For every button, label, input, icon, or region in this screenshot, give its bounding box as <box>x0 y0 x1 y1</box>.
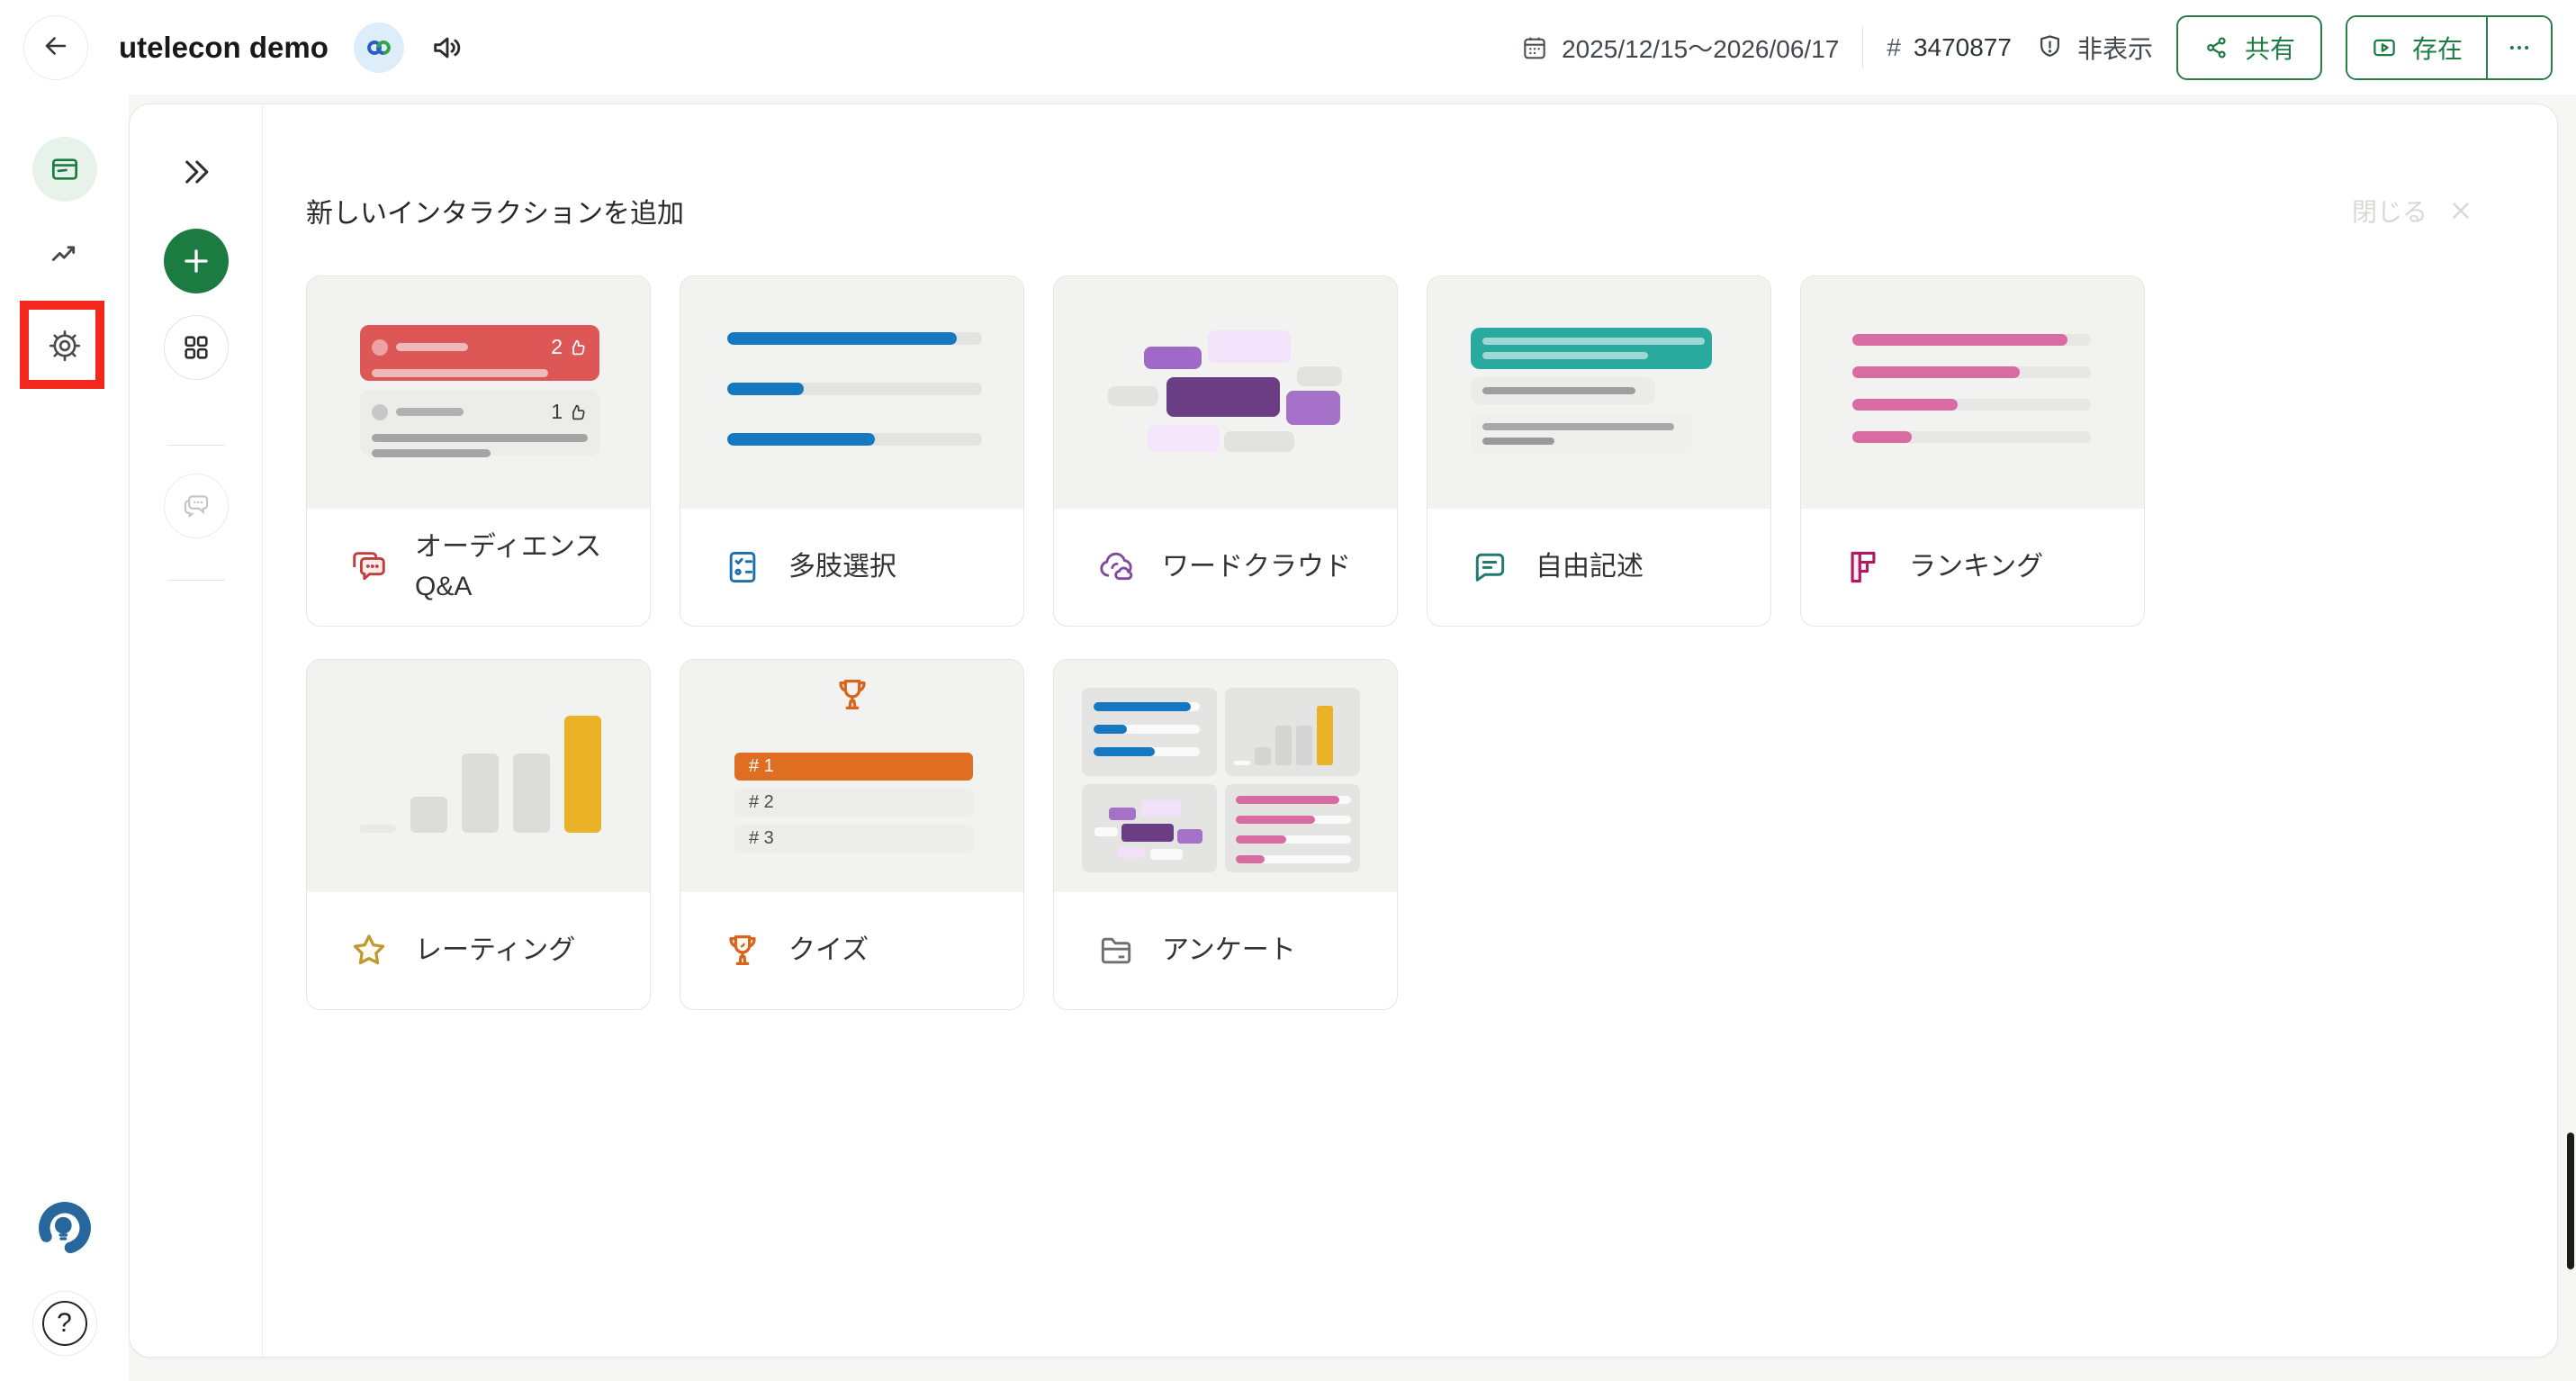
qa-second-votes: 1 <box>551 400 563 424</box>
leaderboard-row-3: # 3 <box>734 825 973 853</box>
more-options-button[interactable] <box>2486 17 2551 78</box>
column-divider <box>167 445 225 446</box>
chat-bubbles-icon <box>181 491 212 521</box>
webex-logo-icon[interactable] <box>354 23 404 73</box>
close-control[interactable]: 閉じる <box>2352 193 2474 229</box>
thumbs-up-icon <box>568 402 588 422</box>
calendar-icon <box>1520 33 1549 62</box>
tile-label: アンケート <box>1162 931 1296 970</box>
trend-arrow-icon <box>48 238 82 272</box>
opentext-thumbnail <box>1428 276 1770 509</box>
back-button[interactable] <box>23 15 88 80</box>
checklist-icon <box>722 546 763 588</box>
trophy-icon <box>722 930 763 971</box>
event-code-number: 3470877 <box>1914 33 2012 62</box>
shield-exclamation-icon <box>2035 32 2065 62</box>
ranking-thumbnail <box>1801 276 2144 509</box>
thumbs-up-icon <box>568 338 588 357</box>
tile-survey[interactable]: アンケート <box>1053 659 1398 1010</box>
present-split-button: 存在 <box>2346 15 2553 80</box>
main-card: 新しいインタラクションを追加 閉じる 2 <box>129 104 2558 1358</box>
present-button[interactable]: 存在 <box>2347 17 2486 78</box>
add-interaction-button[interactable] <box>164 229 229 293</box>
close-label: 閉じる <box>2352 193 2427 229</box>
survey-thumbnail <box>1054 660 1397 892</box>
tile-label: レーティング <box>415 931 575 970</box>
share-label: 共有 <box>2245 30 2295 66</box>
folder-icon <box>1095 930 1137 971</box>
star-icon <box>348 930 390 971</box>
poll-thumbnail <box>680 276 1023 509</box>
tile-label: 自由記述 <box>1536 547 1644 587</box>
arrow-left-icon <box>41 31 71 64</box>
rating-thumbnail <box>307 660 650 892</box>
templates-button[interactable] <box>164 315 229 380</box>
tile-label: ランキング <box>1909 547 2043 587</box>
tool-column <box>130 104 262 1357</box>
tile-ranking[interactable]: ランキング <box>1800 275 2145 627</box>
column-divider <box>167 580 225 581</box>
ranking-steps-icon <box>1842 546 1884 588</box>
privacy-status[interactable]: 非表示 <box>2035 30 2153 66</box>
header-divider <box>1862 27 1863 68</box>
panel-title: 新しいインタラクションを追加 <box>306 191 684 230</box>
trophy-icon <box>832 674 873 716</box>
event-title: utelecon demo <box>119 31 329 65</box>
cloud-icon <box>1095 546 1137 588</box>
share-button[interactable]: 共有 <box>2176 15 2322 80</box>
announcement-speaker-icon[interactable] <box>429 30 465 66</box>
collapse-panel-button[interactable] <box>178 154 214 190</box>
double-chevron-right-icon <box>179 155 213 189</box>
header-right: 2025/12/15〜2026/06/17 # 3470877 非表示 <box>1520 15 2553 80</box>
scrollbar-thumb[interactable] <box>2567 1133 2574 1269</box>
quiz-thumbnail: # 1 # 2 # 3 <box>680 660 1023 892</box>
tile-label: ワードクラウド <box>1162 547 1351 587</box>
header-left: utelecon demo <box>23 15 465 80</box>
qa-top-votes: 2 <box>551 335 563 359</box>
qa-thumbnail: 2 1 <box>307 276 650 509</box>
poll-card-icon <box>48 152 82 186</box>
qa-bubbles-icon <box>348 546 390 588</box>
tile-label: オーディエンス Q&A <box>415 528 634 607</box>
tile-multiple-choice[interactable]: 多肢選択 <box>680 275 1024 627</box>
tile-rating[interactable]: レーティング <box>306 659 651 1010</box>
top-bar: utelecon demo 20 <box>0 0 2576 95</box>
help-button[interactable]: ? <box>32 1291 97 1356</box>
leaderboard-row-2: # 2 <box>734 789 973 817</box>
privacy-label: 非表示 <box>2077 30 2153 66</box>
present-label: 存在 <box>2412 30 2463 66</box>
panel-header: 新しいインタラクションを追加 閉じる <box>306 191 2514 230</box>
rail-item-interactions[interactable] <box>32 137 97 202</box>
date-range-text: 2025/12/15〜2026/06/17 <box>1562 30 1839 66</box>
tile-quiz[interactable]: # 1 # 2 # 3 クイズ <box>680 659 1024 1010</box>
chat-button-disabled[interactable] <box>164 474 229 538</box>
close-icon <box>2447 197 2474 224</box>
rail-item-analytics[interactable] <box>32 222 97 287</box>
interaction-type-grid: 2 1 <box>306 275 2514 1010</box>
ellipsis-icon <box>2506 34 2533 61</box>
tile-label: クイズ <box>788 931 869 970</box>
present-play-icon <box>2371 34 2398 61</box>
tile-open-text[interactable]: 自由記述 <box>1427 275 1771 627</box>
grid-icon <box>181 332 212 363</box>
tile-label: 多肢選択 <box>788 547 896 587</box>
comment-icon <box>1469 546 1510 588</box>
event-dates: 2025/12/15〜2026/06/17 <box>1520 30 1839 66</box>
rail-bottom: ? <box>32 1197 97 1356</box>
tile-word-cloud[interactable]: ワードクラウド <box>1053 275 1398 627</box>
tile-audience-qa[interactable]: 2 1 <box>306 275 651 627</box>
event-code: # 3470877 <box>1887 33 2012 62</box>
hash-icon: # <box>1887 33 1901 62</box>
question-mark-icon: ? <box>42 1301 87 1346</box>
wordcloud-thumbnail <box>1054 276 1397 509</box>
left-rail: ? <box>0 95 129 1381</box>
rail-item-settings[interactable] <box>32 313 97 378</box>
add-interaction-panel: 新しいインタラクションを追加 閉じる 2 <box>262 104 2557 1357</box>
tips-lightbulb-logo[interactable] <box>34 1197 95 1259</box>
gear-icon <box>46 327 84 365</box>
plus-icon <box>179 244 213 278</box>
leaderboard-row-1: # 1 <box>734 753 973 781</box>
share-icon <box>2203 34 2230 61</box>
